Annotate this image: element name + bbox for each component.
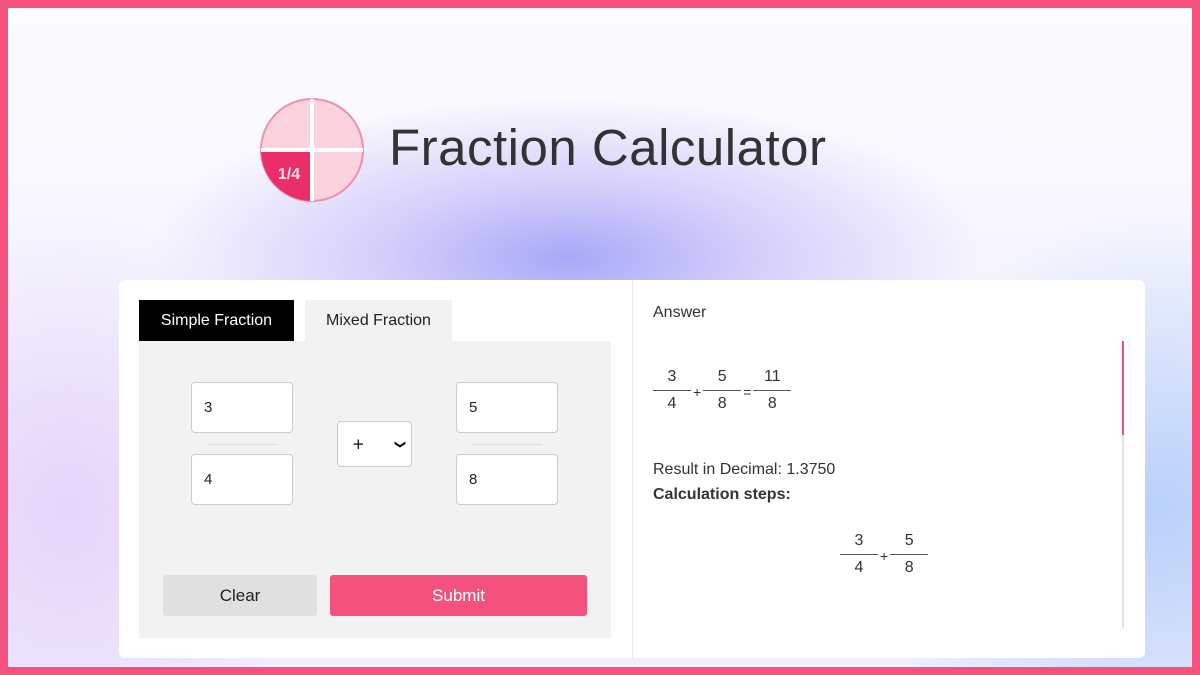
numerator: 11 [764,368,781,385]
operator-value: + [352,435,365,453]
clear-button[interactable]: Clear [163,575,317,616]
scrollbar-thumb[interactable] [1122,341,1124,435]
fraction-bar [472,444,542,445]
page-title: Fraction Calculator [389,119,827,176]
denominator: 4 [667,395,677,412]
denominator: 4 [854,559,864,576]
denominator-2-input[interactable]: 8 [456,454,558,505]
fraction-bar [753,390,792,391]
numerator-1-input[interactable]: 3 [191,382,293,433]
calculator-card: Simple Fraction Mixed Fraction 3 4 + ❯ 5 … [119,280,1145,658]
denominator-1-input[interactable]: 4 [191,454,293,505]
operator-select[interactable]: + ❯ [337,421,412,467]
denominator: 8 [767,395,777,412]
fraction-bar [703,390,742,391]
numerator: 3 [667,368,677,385]
equals-sign: = [743,383,752,400]
logo-text: 1/4 [278,166,300,183]
tab-simple-fraction[interactable]: Simple Fraction [139,300,294,341]
denominator: 8 [904,559,914,576]
tab-mixed-fraction[interactable]: Mixed Fraction [305,300,452,341]
denominator: 8 [717,395,727,412]
input-panel: 3 4 + ❯ 5 8 Clear Submit [139,341,611,638]
fraction-bar [840,554,878,555]
operator: + [693,383,702,400]
numerator-2-input[interactable]: 5 [456,382,558,433]
fraction-bar [653,390,691,391]
numerator: 5 [904,532,914,549]
chevron-down-icon: ❯ [393,439,407,449]
numerator: 3 [854,532,864,549]
quarter-pie-icon: 1/4 [260,98,364,202]
steps-label: Calculation steps: [653,486,791,503]
decimal-result: Result in Decimal: 1.3750 [653,461,836,478]
result-equation: 3 4 + 5 8 = 11 8 [653,368,792,415]
answer-label: Answer [653,304,707,321]
operator: + [880,547,889,564]
numerator: 5 [717,368,727,385]
divider [632,280,633,658]
page-background: 1/4 Fraction Calculator Simple Fraction … [0,0,1200,675]
fraction-bar [207,444,277,445]
step-equation: 3 4 + 5 8 [840,532,929,579]
submit-button[interactable]: Submit [330,575,587,616]
fraction-bar [890,554,929,555]
